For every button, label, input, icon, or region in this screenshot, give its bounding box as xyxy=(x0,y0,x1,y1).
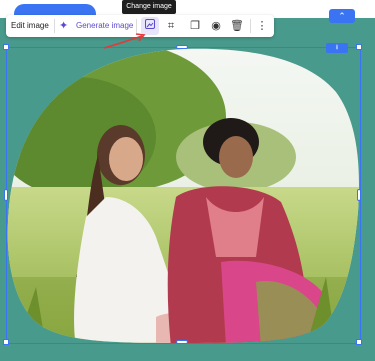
edit-image-button[interactable]: Edit image xyxy=(11,15,49,37)
trash-icon[interactable]: 🗑 xyxy=(228,15,246,37)
download-icon: ⭳ xyxy=(335,44,339,51)
resize-handle-left[interactable] xyxy=(4,189,8,201)
toolbar-divider xyxy=(250,19,251,33)
section-scroll-button[interactable]: ⌃ xyxy=(329,9,355,23)
resize-handle-bottom[interactable] xyxy=(176,340,188,344)
download-button[interactable]: ⭳ xyxy=(326,43,348,53)
eye-icon[interactable]: ◉ xyxy=(207,15,225,37)
toolbar-divider xyxy=(54,19,55,33)
resize-handle-top-left[interactable] xyxy=(3,44,9,50)
resize-handle-bottom-left[interactable] xyxy=(3,339,9,345)
tooltip-change-image: Change image xyxy=(122,0,176,14)
copy-icon[interactable]: ❐ xyxy=(186,15,204,37)
selection-frame xyxy=(6,47,361,344)
crop-icon[interactable]: ⌗ xyxy=(162,15,180,37)
resize-handle-top[interactable] xyxy=(176,45,188,49)
sparkle-icon: ✦ xyxy=(59,20,69,32)
resize-handle-right[interactable] xyxy=(357,189,361,201)
resize-handle-bottom-right[interactable] xyxy=(356,339,362,345)
annotation-arrow xyxy=(103,33,146,49)
resize-handle-top-right[interactable] xyxy=(356,44,362,50)
chevron-updown-icon: ⌃ xyxy=(338,11,346,21)
more-icon[interactable]: ⋮ xyxy=(253,15,271,37)
